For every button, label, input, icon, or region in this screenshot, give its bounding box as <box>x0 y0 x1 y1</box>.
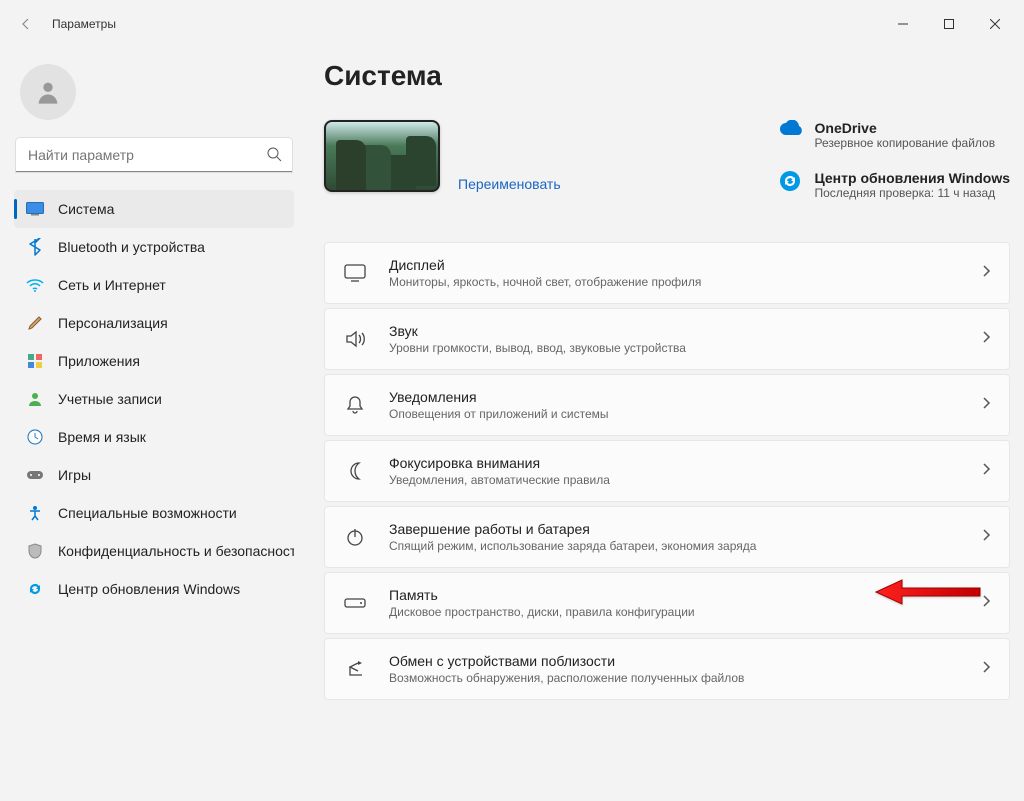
tile-power[interactable]: Завершение работы и батарея Спящий режим,… <box>324 506 1010 568</box>
avatar <box>20 64 76 120</box>
nav-label: Персонализация <box>58 315 168 331</box>
chevron-right-icon <box>981 396 991 415</box>
tile-subtitle: Мониторы, яркость, ночной свет, отображе… <box>389 275 701 289</box>
brush-icon <box>26 314 44 332</box>
nav-item-bluetooth[interactable]: Bluetooth и устройства <box>14 228 294 266</box>
nav-item-privacy[interactable]: Конфиденциальность и безопасность <box>14 532 294 570</box>
nav-label: Приложения <box>58 353 140 369</box>
power-icon <box>343 525 367 549</box>
nav-list: Система Bluetooth и устройства Сеть и Ин… <box>14 190 294 608</box>
tile-subtitle: Уровни громкости, вывод, ввод, звуковые … <box>389 341 686 355</box>
storage-icon <box>343 591 367 615</box>
tile-title: Обмен с устройствами поблизости <box>389 653 744 669</box>
search-box[interactable] <box>16 138 292 172</box>
tile-sound[interactable]: Звук Уровни громкости, вывод, ввод, звуко… <box>324 308 1010 370</box>
update-sub: Последняя проверка: 11 ч назад <box>815 186 1011 200</box>
clock-icon <box>26 428 44 446</box>
cloud-icon <box>779 120 803 144</box>
gamepad-icon <box>26 466 44 484</box>
tile-title: Уведомления <box>389 389 609 405</box>
tile-subtitle: Дисковое пространство, диски, правила ко… <box>389 605 695 619</box>
nav-label: Система <box>58 201 114 217</box>
display-icon <box>343 261 367 285</box>
minimize-button[interactable] <box>880 8 926 40</box>
chevron-right-icon <box>981 528 991 547</box>
nav-label: Сеть и Интернет <box>58 277 166 293</box>
nav-label: Специальные возможности <box>58 505 237 521</box>
chevron-right-icon <box>981 330 991 349</box>
chevron-right-icon <box>981 660 991 679</box>
sound-icon <box>343 327 367 351</box>
moon-icon <box>343 459 367 483</box>
close-button[interactable] <box>972 8 1018 40</box>
tile-subtitle: Возможность обнаружения, расположение по… <box>389 671 744 685</box>
tile-display[interactable]: Дисплей Мониторы, яркость, ночной свет, о… <box>324 242 1010 304</box>
tile-title: Звук <box>389 323 686 339</box>
update-title: Центр обновления Windows <box>815 170 1011 186</box>
user-account[interactable] <box>14 60 294 138</box>
tile-title: Завершение работы и батарея <box>389 521 756 537</box>
chevron-right-icon <box>981 264 991 283</box>
chevron-right-icon <box>981 594 991 613</box>
nav-label: Игры <box>58 467 91 483</box>
sync-icon <box>26 580 44 598</box>
tile-title: Дисплей <box>389 257 701 273</box>
maximize-button[interactable] <box>926 8 972 40</box>
nav-label: Конфиденциальность и безопасность <box>58 543 294 559</box>
tile-bell[interactable]: Уведомления Оповещения от приложений и си… <box>324 374 1010 436</box>
nav-label: Bluetooth и устройства <box>58 239 205 255</box>
onedrive-status[interactable]: OneDriveРезервное копирование файлов <box>779 120 1011 150</box>
rename-link[interactable]: Переименовать <box>458 176 561 192</box>
titlebar: Параметры <box>0 0 1024 48</box>
onedrive-sub: Резервное копирование файлов <box>815 136 996 150</box>
share-icon <box>343 657 367 681</box>
apps-icon <box>26 352 44 370</box>
system-icon <box>26 200 44 218</box>
nav-item-accessibility[interactable]: Специальные возможности <box>14 494 294 532</box>
tile-storage[interactable]: Память Дисковое пространство, диски, прав… <box>324 572 1010 634</box>
windows-update-status[interactable]: Центр обновления WindowsПоследняя провер… <box>779 170 1011 200</box>
bluetooth-icon <box>26 238 44 256</box>
nav-item-time-language[interactable]: Время и язык <box>14 418 294 456</box>
nav-item-accounts[interactable]: Учетные записи <box>14 380 294 418</box>
settings-tiles: Дисплей Мониторы, яркость, ночной свет, о… <box>324 242 1010 700</box>
search-icon <box>266 146 282 167</box>
tile-title: Фокусировка внимания <box>389 455 610 471</box>
onedrive-title: OneDrive <box>815 120 996 136</box>
page-title: Система <box>324 60 1010 92</box>
person-icon <box>26 390 44 408</box>
tile-subtitle: Спящий режим, использование заряда батар… <box>389 539 756 553</box>
chevron-right-icon <box>981 462 991 481</box>
nav-item-gaming[interactable]: Игры <box>14 456 294 494</box>
nav-label: Центр обновления Windows <box>58 581 240 597</box>
nav-item-network[interactable]: Сеть и Интернет <box>14 266 294 304</box>
shield-icon <box>26 542 44 560</box>
search-input[interactable] <box>16 138 292 172</box>
pc-info: Переименовать <box>458 120 561 192</box>
sidebar: Система Bluetooth и устройства Сеть и Ин… <box>14 60 294 608</box>
desktop-thumbnail[interactable] <box>324 120 440 192</box>
nav-item-personalization[interactable]: Персонализация <box>14 304 294 342</box>
back-button[interactable] <box>6 4 46 44</box>
window-controls <box>880 8 1018 40</box>
wifi-icon <box>26 276 44 294</box>
accessibility-icon <box>26 504 44 522</box>
tile-subtitle: Оповещения от приложений и системы <box>389 407 609 421</box>
nav-label: Учетные записи <box>58 391 162 407</box>
nav-item-apps[interactable]: Приложения <box>14 342 294 380</box>
tile-moon[interactable]: Фокусировка внимания Уведомления, автомат… <box>324 440 1010 502</box>
nav-label: Время и язык <box>58 429 146 445</box>
system-header: Переименовать OneDriveРезервное копирова… <box>324 120 1010 200</box>
tile-subtitle: Уведомления, автоматические правила <box>389 473 610 487</box>
tile-share[interactable]: Обмен с устройствами поблизости Возможнос… <box>324 638 1010 700</box>
nav-item-system[interactable]: Система <box>14 190 294 228</box>
update-icon <box>779 170 803 194</box>
main-content: Система Переименовать OneDriveРезервное … <box>324 60 1010 801</box>
bell-icon <box>343 393 367 417</box>
nav-item-windows-update[interactable]: Центр обновления Windows <box>14 570 294 608</box>
tile-title: Память <box>389 587 695 603</box>
window-title: Параметры <box>52 17 116 31</box>
